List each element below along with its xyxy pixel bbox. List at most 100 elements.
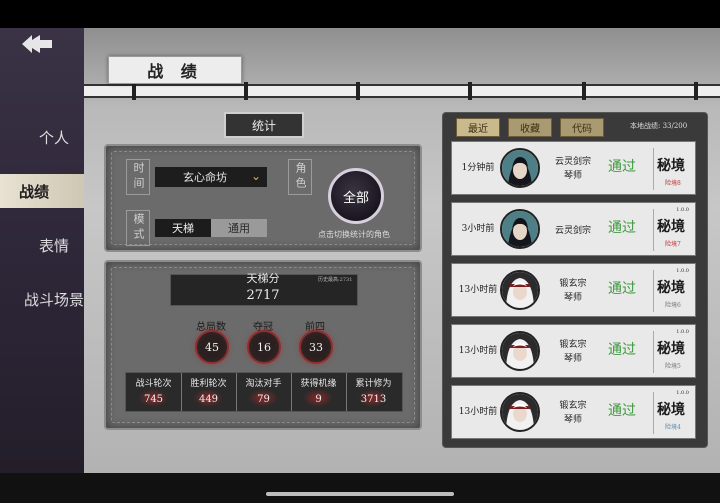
mode-general-button[interactable]: 通用 <box>211 219 267 237</box>
tab-recent[interactable]: 最近 <box>456 118 500 137</box>
record-time: 13小时前 <box>458 285 498 295</box>
stat-value: 449 <box>198 394 219 405</box>
record-layer: 险境7 <box>665 241 681 248</box>
tab-code[interactable]: 代码 <box>560 118 604 137</box>
record-count: 本地战绩: 33/200 <box>630 122 688 130</box>
tab-favorites[interactable]: 收藏 <box>508 118 552 137</box>
record-card[interactable]: 13小时前 锻玄宗 琴师 通过 秘境 1.0.0 险境4 <box>451 385 696 439</box>
card-divider <box>653 148 654 190</box>
record-version: 1.0.0 <box>676 268 689 274</box>
home-indicator[interactable] <box>266 492 454 496</box>
record-card[interactable]: 13小时前 锻玄宗 琴师 通过 秘境 1.0.0 险境5 <box>451 324 696 378</box>
card-divider <box>653 209 654 251</box>
mode-label: 模式 <box>126 210 150 246</box>
page-title: 战 绩 <box>108 56 242 84</box>
bottom-bar <box>0 473 720 503</box>
sidebar-item-label: 表情 <box>38 236 69 255</box>
stat-cell: 胜利轮次 449 <box>181 373 237 411</box>
character-avatar <box>500 148 540 188</box>
record-mode: 秘境 <box>657 219 685 235</box>
switch-role-hint: 点击切换统计的角色 <box>318 230 390 239</box>
stat-cell: 战斗轮次 745 <box>126 373 182 411</box>
record-mode: 秘境 <box>657 158 685 174</box>
rail-knot <box>694 82 698 100</box>
sidebar-item-emotes[interactable]: 表情 <box>0 228 84 262</box>
record-layer: 险境5 <box>665 363 681 370</box>
stat-label: 战斗轮次 <box>135 379 172 389</box>
sidebar-item-label: 战斗场景 <box>23 290 84 309</box>
record-result: 通过 <box>608 220 636 236</box>
record-mode: 秘境 <box>657 341 685 357</box>
record-sect: 锻玄宗 <box>559 401 587 411</box>
all-roles-button[interactable]: 全部 <box>328 168 384 224</box>
rail-knot <box>468 82 472 100</box>
stat-label: 淘汰对手 <box>245 379 282 389</box>
record-mode: 秘境 <box>657 402 685 418</box>
record-result: 通过 <box>608 281 636 297</box>
top-four-value: 33 <box>299 330 333 364</box>
record-version: 1.0.0 <box>676 329 689 335</box>
record-card[interactable]: 13小时前 锻玄宗 琴师 通过 秘境 1.0.0 险境6 <box>451 263 696 317</box>
stat-value: 745 <box>143 394 164 405</box>
record-sect: 锻玄宗 <box>559 340 587 350</box>
record-result: 通过 <box>608 342 636 358</box>
tab-statistics[interactable]: 统计 <box>224 112 304 138</box>
stat-label: 累计修为 <box>355 379 392 389</box>
time-label: 时间 <box>126 159 150 195</box>
character-avatar <box>500 270 540 310</box>
record-sect: 云灵剑宗 <box>554 157 591 167</box>
champion-value: 16 <box>247 330 281 364</box>
record-card[interactable]: 1分钟前 云灵剑宗 琴师 通过 秘境 险境8 <box>451 141 696 195</box>
record-sect: 锻玄宗 <box>559 279 587 289</box>
stat-value: 3713 <box>360 394 387 405</box>
role-label: 角色 <box>288 159 312 195</box>
rail-knot <box>356 82 360 100</box>
record-layer: 险境6 <box>665 302 681 309</box>
record-role: 琴师 <box>563 171 582 181</box>
rail-knot <box>132 82 136 100</box>
record-mode: 秘境 <box>657 280 685 296</box>
record-role: 琴师 <box>563 354 582 364</box>
ladder-best-note: 历史最高:2731 <box>318 277 353 283</box>
record-time: 1分钟前 <box>461 163 495 173</box>
time-select[interactable]: 玄心命坊 ⌄ <box>155 167 267 187</box>
card-divider <box>653 331 654 373</box>
stat-value: 9 <box>315 394 322 405</box>
ladder-score-value: 2717 <box>246 288 280 303</box>
card-divider <box>653 392 654 434</box>
sidebar-item-battle-scene[interactable]: 战斗场景 <box>0 282 84 316</box>
record-role: 琴师 <box>563 293 582 303</box>
character-avatar <box>500 331 540 371</box>
sidebar-item-label: 战绩 <box>18 182 49 201</box>
record-time: 13小时前 <box>458 407 498 417</box>
record-card[interactable]: 3小时前 云灵剑宗 通过 秘境 1.0.0 险境7 <box>451 202 696 256</box>
top-bar <box>0 0 720 28</box>
rail-knot <box>582 82 586 100</box>
record-version: 1.0.0 <box>676 390 689 396</box>
chevron-down-icon: ⌄ <box>250 169 261 183</box>
record-result: 通过 <box>608 403 636 419</box>
header-rail <box>84 82 720 100</box>
record-role: 琴师 <box>563 415 582 425</box>
record-time: 13小时前 <box>458 346 498 356</box>
stat-cell: 累计修为 3713 <box>346 373 401 411</box>
character-avatar <box>500 209 540 249</box>
stat-value: 79 <box>257 394 270 405</box>
record-layer: 险境8 <box>665 180 681 187</box>
record-sect: 云灵剑宗 <box>554 226 591 236</box>
stat-label: 获得机缘 <box>300 379 337 389</box>
card-divider <box>653 270 654 312</box>
back-arrow-icon[interactable] <box>20 32 54 56</box>
record-time: 3小时前 <box>461 224 495 234</box>
stat-label: 胜利轮次 <box>190 379 227 389</box>
time-select-value: 玄心命坊 <box>183 171 227 184</box>
detail-stats-row: 战斗轮次 745 胜利轮次 449 淘汰对手 79 获得机缘 9 累计修为 37… <box>125 372 403 412</box>
stat-cell: 获得机缘 9 <box>291 373 347 411</box>
sidebar-item-personal[interactable]: 个人 <box>0 120 84 154</box>
sidebar-item-label: 个人 <box>38 128 69 147</box>
mode-ladder-button[interactable]: 天梯 <box>155 219 211 237</box>
character-avatar <box>500 392 540 432</box>
sidebar-item-records[interactable]: 战绩 <box>0 174 84 208</box>
total-games-value: 45 <box>195 330 229 364</box>
record-version: 1.0.0 <box>676 207 689 213</box>
